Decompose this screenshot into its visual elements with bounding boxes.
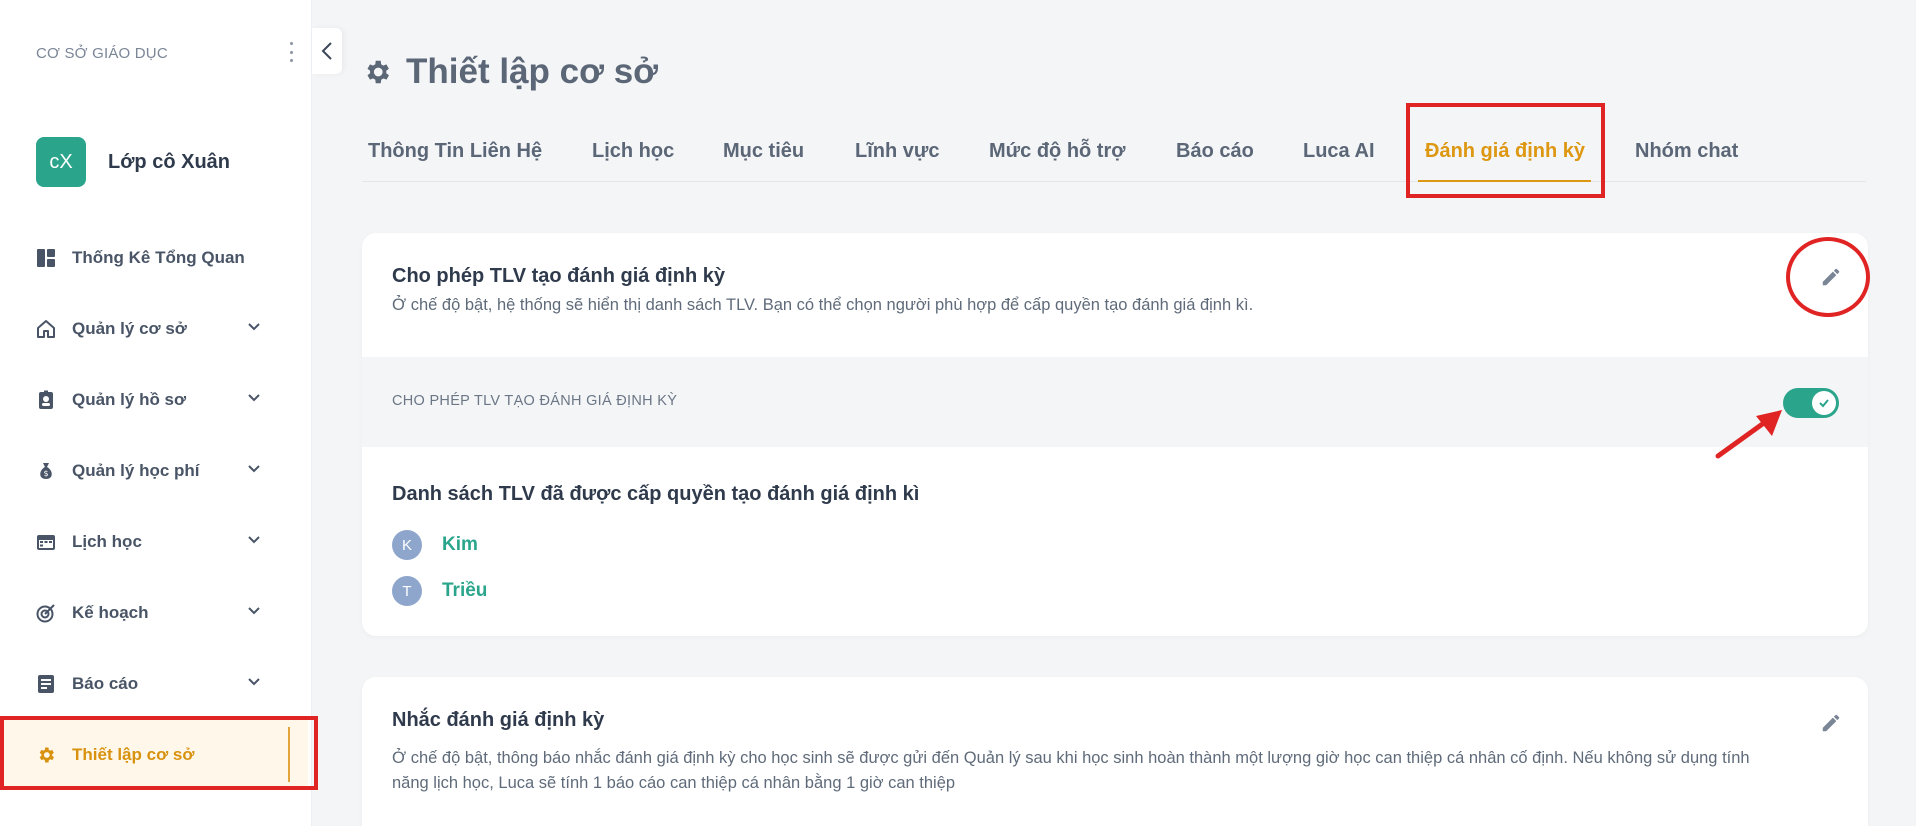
sidebar-section-title: CƠ SỞ GIÁO DỤC [36,45,168,62]
member-name: Triều [442,580,488,601]
sidebar-item-label: Báo cáo [72,673,139,693]
sidebar-item-tuition[interactable]: $ Quản lý học phí [0,435,312,506]
highlight-box-tab [1406,103,1605,198]
sidebar-item-profiles[interactable]: Quản lý hồ sơ [0,364,312,435]
target-icon [36,603,56,623]
avatar: K [392,530,422,560]
sidebar-item-label: Lịch học [72,531,142,551]
svg-text:$: $ [43,469,48,478]
org-name: Lớp cô Xuân [108,150,231,173]
tab-domains[interactable]: Lĩnh vực [855,140,940,163]
money-bag-icon: $ [36,461,56,481]
sidebar-item-facility[interactable]: Quản lý cơ sở [0,293,312,364]
chevron-down-icon [248,536,260,544]
org-avatar: cX [36,137,86,187]
sidebar-nav: Thống Kê Tổng Quan Quản lý cơ sở Quản lý… [0,222,312,790]
chevron-down-icon [248,607,260,615]
collapse-sidebar-button[interactable] [312,28,342,74]
sidebar: CƠ SỞ GIÁO DỤC cX Lớp cô Xuân Thống Kê T… [0,0,312,826]
sidebar-item-plan[interactable]: Kế hoạch [0,577,312,648]
page-title: Thiết lập cơ sở [362,52,658,92]
page-title-text: Thiết lập cơ sở [406,52,659,91]
toggle-row: CHO PHÉP TLV TẠO ĐÁNH GIÁ ĐỊNH KỲ [362,357,1868,447]
sidebar-item-schedule[interactable]: Lịch học [0,506,312,577]
tab-goals[interactable]: Mục tiêu [723,140,804,163]
card-description-line2: năng lịch học, Luca sẽ tính 1 báo cáo ca… [392,774,956,792]
toggle-knob [1812,391,1836,415]
annotation-arrow [1715,410,1782,459]
sidebar-item-label: Quản lý hồ sơ [72,389,187,409]
edit-pencil-icon[interactable] [1817,709,1845,737]
chevron-left-icon [321,42,332,60]
permitted-list-title: Danh sách TLV đã được cấp quyền tạo đánh… [392,483,920,505]
chevron-down-icon [248,323,260,331]
chevron-down-icon [248,394,260,402]
tab-group-chat[interactable]: Nhóm chat [1635,140,1738,163]
card-description: Ở chế độ bật, hệ thống sẽ hiển thị danh … [392,296,1254,314]
sidebar-item-reports[interactable]: Báo cáo [0,648,312,719]
chevron-down-icon [248,678,260,686]
tab-luca-ai[interactable]: Luca AI [1303,140,1375,163]
id-badge-icon [36,390,56,410]
card-title: Cho phép TLV tạo đánh giá định kỳ [392,265,725,287]
tab-support-levels[interactable]: Mức độ hỗ trợ [989,140,1125,163]
card-description-line1: Ở chế độ bật, thông báo nhắc đánh giá đị… [392,749,1750,767]
periodic-assessment-permission-card: Cho phép TLV tạo đánh giá định kỳ Ở chế … [362,233,1868,636]
assessment-reminder-card: Nhắc đánh giá định kỳ Ở chế độ bật, thôn… [362,677,1868,826]
dashboard-icon [36,248,56,268]
calendar-icon [36,532,56,552]
settings-tabs: Thông Tin Liên Hệ Lịch học Mục tiêu Lĩnh… [362,134,1866,182]
tab-schedule[interactable]: Lịch học [592,140,674,163]
gear-icon [367,60,389,84]
check-icon [1819,399,1829,408]
sidebar-item-label: Quản lý học phí [72,460,200,480]
org-header[interactable]: cX Lớp cô Xuân [36,137,230,187]
more-vertical-icon[interactable] [286,42,296,62]
toggle-label: CHO PHÉP TLV TẠO ĐÁNH GIÁ ĐỊNH KỲ [392,393,678,409]
home-icon [36,319,56,339]
list-item[interactable]: T Triều [392,576,487,606]
sidebar-item-label: Thống Kê Tổng Quan [72,247,245,267]
chevron-down-icon [248,465,260,473]
highlight-circle-edit [1786,237,1870,317]
sidebar-item-dashboard[interactable]: Thống Kê Tổng Quan [0,222,312,293]
highlight-box-sidebar [0,716,318,790]
sidebar-item-label: Quản lý cơ sở [72,318,187,338]
tab-contact-info[interactable]: Thông Tin Liên Hệ [368,140,542,163]
report-icon [36,674,56,694]
tab-reports[interactable]: Báo cáo [1176,140,1254,163]
list-item[interactable]: K Kim [392,530,478,560]
member-name: Kim [442,534,478,555]
avatar: T [392,576,422,606]
card-title: Nhắc đánh giá định kỳ [392,709,605,731]
sidebar-item-label: Kế hoạch [72,602,149,622]
